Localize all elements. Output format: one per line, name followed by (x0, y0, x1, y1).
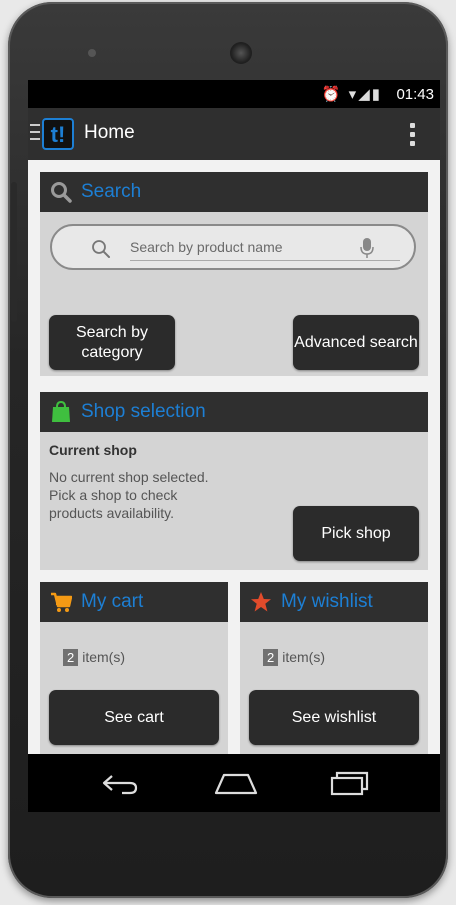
recent-apps-icon[interactable] (328, 768, 370, 798)
advanced-search-button[interactable]: Advanced search (293, 315, 419, 370)
pick-shop-button[interactable]: Pick shop (293, 506, 419, 561)
status-icons: ⏰ ▾◢▮ (321, 86, 382, 103)
overflow-menu-icon[interactable] (410, 123, 416, 150)
search-placeholder: Search by product name (130, 239, 283, 255)
search-icon (51, 182, 72, 203)
see-cart-button[interactable]: See cart (49, 690, 219, 745)
cart-icon (51, 592, 72, 612)
search-icon (92, 240, 110, 258)
app-bar: t! Home (28, 108, 440, 160)
screen: ⏰ ▾◢▮ 01:43 t! Home Search Search by pro… (28, 80, 440, 812)
current-shop-description: No current shop selected. Pick a shop to… (49, 469, 209, 521)
system-navigation-bar (28, 754, 440, 812)
status-bar: ⏰ ▾◢▮ 01:43 (28, 80, 440, 108)
shop-card-title: Shop selection (81, 401, 206, 422)
earpiece-speaker (230, 42, 252, 64)
wishlist-count-suffix: item(s) (282, 649, 326, 665)
see-wishlist-button[interactable]: See wishlist (249, 690, 419, 745)
search-underline (130, 260, 400, 261)
search-card: Search Search by product name Search by … (40, 172, 428, 376)
wishlist-count: 2 item(s) (263, 649, 325, 666)
current-shop-label: Current shop (49, 442, 137, 458)
wishlist-card-header: My wishlist (240, 582, 428, 622)
cart-card: My cart 2 item(s) See cart (40, 582, 228, 754)
cart-card-title: My cart (81, 591, 144, 612)
shopping-bag-icon (52, 401, 70, 422)
microphone-icon[interactable] (360, 237, 374, 259)
cart-count-badge: 2 (63, 649, 79, 666)
drawer-menu-icon[interactable] (30, 124, 40, 142)
cart-count: 2 item(s) (63, 649, 125, 666)
wishlist-card-title: My wishlist (281, 591, 373, 612)
app-logo[interactable]: t! (42, 118, 74, 150)
home-icon[interactable] (214, 768, 258, 798)
front-sensor (88, 49, 96, 57)
search-input[interactable]: Search by product name (50, 224, 416, 270)
side-button (11, 182, 17, 322)
star-icon (251, 592, 271, 612)
back-icon[interactable] (100, 768, 140, 798)
wishlist-count-badge: 2 (263, 649, 279, 666)
search-by-category-button[interactable]: Search by category (49, 315, 175, 370)
app-title: Home (84, 122, 135, 143)
wishlist-card: My wishlist 2 item(s) See wishlist (240, 582, 428, 754)
main-content: Search Search by product name Search by … (28, 160, 440, 754)
search-card-header: Search (40, 172, 428, 212)
status-time: 01:43 (396, 86, 434, 103)
search-card-title: Search (81, 181, 142, 202)
cart-card-header: My cart (40, 582, 228, 622)
cart-count-suffix: item(s) (82, 649, 126, 665)
shop-selection-card: Shop selection Current shop No current s… (40, 392, 428, 570)
shop-card-header: Shop selection (40, 392, 428, 432)
